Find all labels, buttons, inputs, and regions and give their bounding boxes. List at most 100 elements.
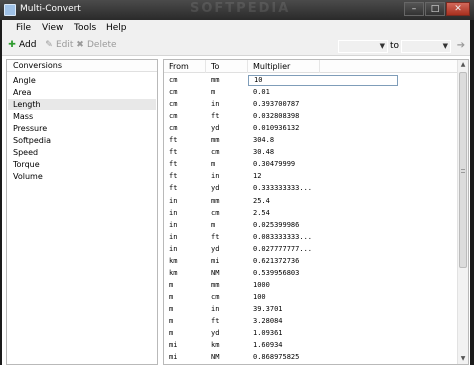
- to-cell[interactable]: mi: [206, 256, 248, 267]
- add-button[interactable]: ✚ Add: [7, 40, 36, 53]
- conversion-item[interactable]: Area: [8, 87, 156, 98]
- from-cell[interactable]: m: [164, 328, 206, 339]
- table-row[interactable]: cm m 0.01: [164, 87, 458, 98]
- from-cell[interactable]: cm: [164, 99, 206, 110]
- to-cell[interactable]: mm: [206, 135, 248, 146]
- conversion-item[interactable]: Length: [8, 99, 156, 110]
- from-cell[interactable]: in: [164, 244, 206, 255]
- from-cell[interactable]: ft: [164, 147, 206, 158]
- scroll-up-icon[interactable]: ▲: [458, 60, 468, 70]
- to-cell[interactable]: km: [206, 340, 248, 351]
- table-row[interactable]: ft cm 30.48: [164, 147, 458, 158]
- table-row[interactable]: in cm 2.54: [164, 208, 458, 219]
- from-cell[interactable]: m: [164, 304, 206, 315]
- multiplier-cell[interactable]: 1.09361: [248, 328, 320, 339]
- multiplier-cell[interactable]: 12: [248, 171, 320, 182]
- from-unit-select[interactable]: ▼: [338, 40, 388, 53]
- multiplier-cell[interactable]: 10: [248, 75, 398, 86]
- table-row[interactable]: m yd 1.09361: [164, 328, 458, 339]
- from-cell[interactable]: m: [164, 292, 206, 303]
- conversion-item[interactable]: Mass: [8, 111, 156, 122]
- table-row[interactable]: m ft 3.28084: [164, 316, 458, 327]
- delete-button[interactable]: ✖ Delete: [75, 40, 116, 53]
- multiplier-cell[interactable]: 0.539956803: [248, 268, 320, 279]
- to-cell[interactable]: cm: [206, 292, 248, 303]
- multiplier-cell[interactable]: 0.027777777...: [248, 244, 320, 255]
- menu-file[interactable]: File: [16, 23, 31, 33]
- column-header-to[interactable]: To: [206, 60, 248, 73]
- close-button[interactable]: ✕: [446, 2, 470, 16]
- conversion-item[interactable]: Pressure: [8, 123, 156, 134]
- multiplier-cell[interactable]: 1.60934: [248, 340, 320, 351]
- conversion-item[interactable]: Speed: [8, 147, 156, 158]
- table-row[interactable]: mi NM 0.868975825: [164, 352, 458, 363]
- to-cell[interactable]: m: [206, 87, 248, 98]
- from-cell[interactable]: in: [164, 232, 206, 243]
- table-row[interactable]: km mi 0.621372736: [164, 256, 458, 267]
- maximize-button[interactable]: □: [425, 2, 445, 16]
- from-cell[interactable]: in: [164, 208, 206, 219]
- from-cell[interactable]: m: [164, 280, 206, 291]
- to-cell[interactable]: m: [206, 220, 248, 231]
- from-cell[interactable]: km: [164, 268, 206, 279]
- table-row[interactable]: cm in 0.393700787: [164, 99, 458, 110]
- table-row[interactable]: ft yd 0.333333333...: [164, 183, 458, 194]
- from-cell[interactable]: ft: [164, 171, 206, 182]
- to-cell[interactable]: NM: [206, 268, 248, 279]
- table-row[interactable]: cm ft 0.032808398: [164, 111, 458, 122]
- table-row[interactable]: in m 0.025399986: [164, 220, 458, 231]
- to-cell[interactable]: cm: [206, 147, 248, 158]
- from-cell[interactable]: cm: [164, 123, 206, 134]
- multiplier-cell[interactable]: 3.28084: [248, 316, 320, 327]
- multiplier-cell[interactable]: 0.30479999: [248, 159, 320, 170]
- conversion-item[interactable]: Softpedia: [8, 135, 156, 146]
- to-cell[interactable]: mm: [206, 280, 248, 291]
- from-cell[interactable]: mi: [164, 340, 206, 351]
- conversion-item[interactable]: Angle: [8, 75, 156, 86]
- from-cell[interactable]: mi: [164, 352, 206, 363]
- to-cell[interactable]: yd: [206, 123, 248, 134]
- to-cell[interactable]: ft: [206, 232, 248, 243]
- vertical-scrollbar[interactable]: ▲ ▼: [457, 60, 468, 364]
- multiplier-cell[interactable]: 0.010936132: [248, 123, 320, 134]
- conversion-item[interactable]: Torque: [8, 159, 156, 170]
- multiplier-cell[interactable]: 0.868975825: [248, 352, 320, 363]
- convert-button[interactable]: ➔: [454, 40, 468, 53]
- to-cell[interactable]: in: [206, 171, 248, 182]
- column-header-from[interactable]: From: [164, 60, 206, 73]
- to-cell[interactable]: NM: [206, 352, 248, 363]
- from-cell[interactable]: km: [164, 256, 206, 267]
- table-row[interactable]: ft m 0.30479999: [164, 159, 458, 170]
- from-cell[interactable]: in: [164, 220, 206, 231]
- multiplier-cell[interactable]: 30.48: [248, 147, 320, 158]
- from-cell[interactable]: in: [164, 196, 206, 207]
- from-cell[interactable]: ft: [164, 159, 206, 170]
- multiplier-cell[interactable]: 39.3701: [248, 304, 320, 315]
- to-cell[interactable]: yd: [206, 183, 248, 194]
- table-row[interactable]: ft mm 304.8: [164, 135, 458, 146]
- multiplier-cell[interactable]: 0.025399986: [248, 220, 320, 231]
- table-row[interactable]: m cm 100: [164, 292, 458, 303]
- to-cell[interactable]: cm: [206, 208, 248, 219]
- to-cell[interactable]: ft: [206, 316, 248, 327]
- multiplier-cell[interactable]: 0.01: [248, 87, 320, 98]
- multiplier-cell[interactable]: 304.8: [248, 135, 320, 146]
- to-cell[interactable]: in: [206, 304, 248, 315]
- to-cell[interactable]: mm: [206, 196, 248, 207]
- table-row[interactable]: in yd 0.027777777...: [164, 244, 458, 255]
- multiplier-cell[interactable]: 0.333333333...: [248, 183, 320, 194]
- to-cell[interactable]: m: [206, 159, 248, 170]
- table-row[interactable]: mi km 1.60934: [164, 340, 458, 351]
- to-cell[interactable]: yd: [206, 328, 248, 339]
- multiplier-cell[interactable]: 0.393700787: [248, 99, 320, 110]
- from-cell[interactable]: ft: [164, 183, 206, 194]
- menu-view[interactable]: View: [42, 23, 63, 33]
- multiplier-cell[interactable]: 0.083333333...: [248, 232, 320, 243]
- menu-help[interactable]: Help: [106, 23, 127, 33]
- to-cell[interactable]: yd: [206, 244, 248, 255]
- to-unit-select[interactable]: ▼: [401, 40, 451, 53]
- to-cell[interactable]: in: [206, 99, 248, 110]
- scroll-down-icon[interactable]: ▼: [458, 354, 468, 364]
- multiplier-cell[interactable]: 2.54: [248, 208, 320, 219]
- multiplier-cell[interactable]: 100: [248, 292, 320, 303]
